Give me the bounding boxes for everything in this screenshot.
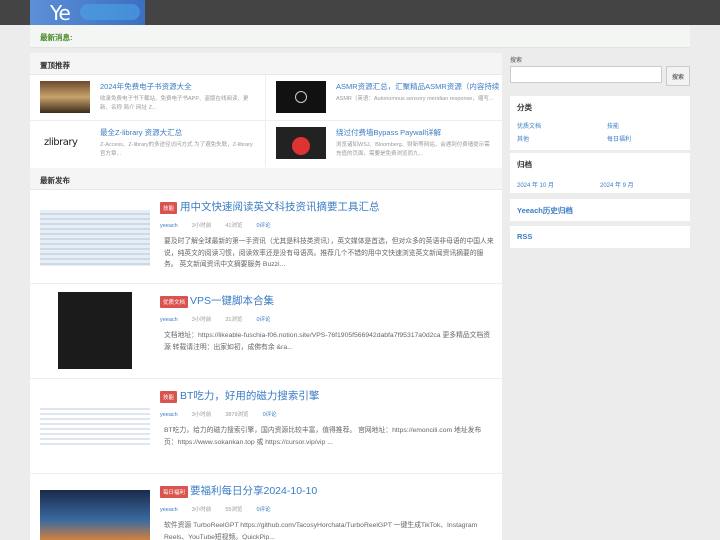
post-time: 3小时前 [191, 507, 212, 513]
search-input[interactable] [510, 66, 662, 83]
pinned-header: 置顶推荐 [30, 53, 502, 75]
post-meta: yeeach 3小时前 41浏览 0评论 [160, 221, 285, 229]
categories-title: 分类 [517, 103, 532, 112]
post-title[interactable]: BT吃力，好用的磁力搜索引擎 [180, 388, 319, 403]
post-meta: yeeach 3小时前 31浏览 0评论 [160, 315, 285, 323]
pinned-thumbnail[interactable] [276, 81, 326, 113]
post-author[interactable]: yeeach [160, 317, 178, 323]
pinned-item[interactable]: 2024年免费电子书资源大全 收录免费电子书下载站、免费电子书APP、盗版在线阅… [30, 75, 266, 121]
post-thumbnail[interactable] [40, 405, 150, 445]
category-link[interactable]: 其他 [517, 134, 529, 143]
pinned-item-title[interactable]: ASMR资源汇总，汇聚精品ASMR资源（内容持续 [336, 81, 499, 92]
post-title[interactable]: 用中文快速阅读英文科技资讯摘要工具汇总 [180, 199, 380, 214]
post-views: 55浏览 [225, 507, 243, 513]
post-time: 3小时前 [191, 317, 212, 323]
post-category-tag[interactable]: 技能 [160, 391, 178, 403]
site-logo[interactable]: Ye [30, 0, 145, 25]
pinned-title: 置顶推荐 [40, 61, 70, 70]
pinned-item-desc: 收录免费电子书下载站、免费电子书APP、盗版在线阅读、更新、名称 简介 网址 Z… [100, 96, 249, 111]
pinned-item-desc: Z-Access、Z-library的多途径访问方式 为了避免失联，Z-libr… [100, 142, 253, 157]
post-comments[interactable]: 0评论 [256, 507, 270, 513]
post-meta: yeeach 3小时前 55浏览 0评论 [160, 505, 285, 513]
pinned-item-title[interactable]: 最全Z-library 资源大汇总 [100, 127, 182, 138]
post-author[interactable]: yeeach [160, 412, 178, 418]
archives-widget: 归档 2024 年 10 月 2024 年 9 月 [510, 153, 690, 193]
post-views: 31浏览 [225, 317, 243, 323]
pinned-item[interactable]: zlibrary 最全Z-library 资源大汇总 Z-Access、Z-li… [30, 121, 266, 167]
post-comments[interactable]: 0评论 [256, 317, 270, 323]
post-item: 优质文档 VPS一键脚本合集 yeeach 3小时前 31浏览 0评论 文档地址：ht… [30, 284, 502, 379]
history-archive-widget[interactable]: Yeeach历史归档 [510, 199, 690, 221]
category-link[interactable]: 优质文档 [517, 121, 541, 130]
search-label: 搜索 [510, 58, 523, 64]
post-excerpt: BT吃力，给力的磁力搜索引擎，国内资源比较丰富，值得推荐。 官网地址：https… [164, 427, 482, 446]
post-author[interactable]: yeeach [160, 223, 178, 229]
post-item: 技能 BT吃力，好用的磁力搜索引擎 yeeach 3小时前 3879浏览 0评论 BT… [30, 379, 502, 474]
rss-widget[interactable]: RSS [510, 226, 690, 248]
post-category-tag[interactable]: 优质文档 [160, 296, 189, 308]
post-meta: yeeach 3小时前 3879浏览 0评论 [160, 410, 291, 418]
post-time: 3小时前 [191, 412, 212, 418]
pinned-item-title[interactable]: 绕过付费墙Bypass Paywall详解 [336, 127, 441, 138]
archive-link[interactable]: 2024 年 10 月 [517, 180, 554, 189]
post-thumbnail[interactable] [40, 210, 150, 266]
post-views: 3879浏览 [225, 412, 249, 418]
latest-header: 最新发布 [30, 168, 502, 190]
post-excerpt: 要及时了解全球最新的第一手资讯（尤其是科技类资讯），英文媒体是首选，但对众多的英… [164, 238, 494, 268]
pinned-thumbnail[interactable]: zlibrary [40, 127, 90, 159]
post-category-tag[interactable]: 每日福利 [160, 486, 189, 498]
archives-title: 归档 [517, 160, 532, 169]
category-link[interactable]: 技能 [607, 121, 619, 130]
news-bar: 最新消息: [30, 25, 690, 48]
pinned-item-desc: 浏览诸如WSJ、Bloomberg、财新等网站，会遇到付费墙提示需充值的页面，需… [336, 142, 490, 157]
post-category-tag[interactable]: 技能 [160, 202, 178, 214]
post-item: 技能 用中文快速阅读英文科技资讯摘要工具汇总 yeeach 3小时前 41浏览 0评论… [30, 190, 502, 284]
pinned-item-desc: ASMR（英语：Autonomous sensory meridian resp… [336, 96, 494, 102]
post-views: 41浏览 [225, 223, 243, 229]
logo-text: Ye [50, 1, 71, 25]
pinned-item[interactable]: ASMR资源汇总，汇聚精品ASMR资源（内容持续 ASMR（英语：Autonom… [266, 75, 502, 121]
history-archive-link[interactable]: Yeeach历史归档 [517, 205, 573, 216]
post-item: 每日福利 要福利每日分享2024-10-10 yeeach 3小时前 55浏览 0评论… [30, 474, 502, 540]
pinned-item[interactable]: 绕过付费墙Bypass Paywall详解 浏览诸如WSJ、Bloomberg、… [266, 121, 502, 167]
post-excerpt: 文档地址：https://likeable-fuschia-f06.notion… [164, 332, 491, 351]
categories-widget: 分类 优质文档 技能 其他 每日福利 [510, 96, 690, 150]
post-thumbnail[interactable] [58, 292, 132, 369]
search-button[interactable]: 搜索 [666, 66, 690, 86]
post-time: 3小时前 [191, 223, 212, 229]
post-comments[interactable]: 0评论 [263, 412, 277, 418]
news-label: 最新消息: [40, 33, 73, 42]
latest-title: 最新发布 [40, 176, 70, 185]
post-comments[interactable]: 0评论 [256, 223, 270, 229]
pinned-item-title[interactable]: 2024年免费电子书资源大全 [100, 81, 192, 92]
latest-section: 最新发布 技能 用中文快速阅读英文科技资讯摘要工具汇总 yeeach 3小时前 41… [30, 168, 502, 540]
post-excerpt: 软件资源 TurboReelGPT https://github.com/Tac… [164, 522, 478, 540]
post-title[interactable]: VPS一键脚本合集 [190, 293, 274, 308]
pinned-section: 置顶推荐 2024年免费电子书资源大全 收录免费电子书下载站、免费电子书APP、… [30, 53, 502, 168]
category-link[interactable]: 每日福利 [607, 134, 631, 143]
pinned-thumbnail[interactable] [40, 81, 90, 113]
post-author[interactable]: yeeach [160, 507, 178, 513]
archive-link[interactable]: 2024 年 9 月 [600, 180, 634, 189]
pinned-thumbnail[interactable] [276, 127, 326, 159]
rss-link[interactable]: RSS [517, 232, 532, 241]
post-thumbnail[interactable] [40, 490, 150, 540]
post-title[interactable]: 要福利每日分享2024-10-10 [190, 483, 317, 498]
